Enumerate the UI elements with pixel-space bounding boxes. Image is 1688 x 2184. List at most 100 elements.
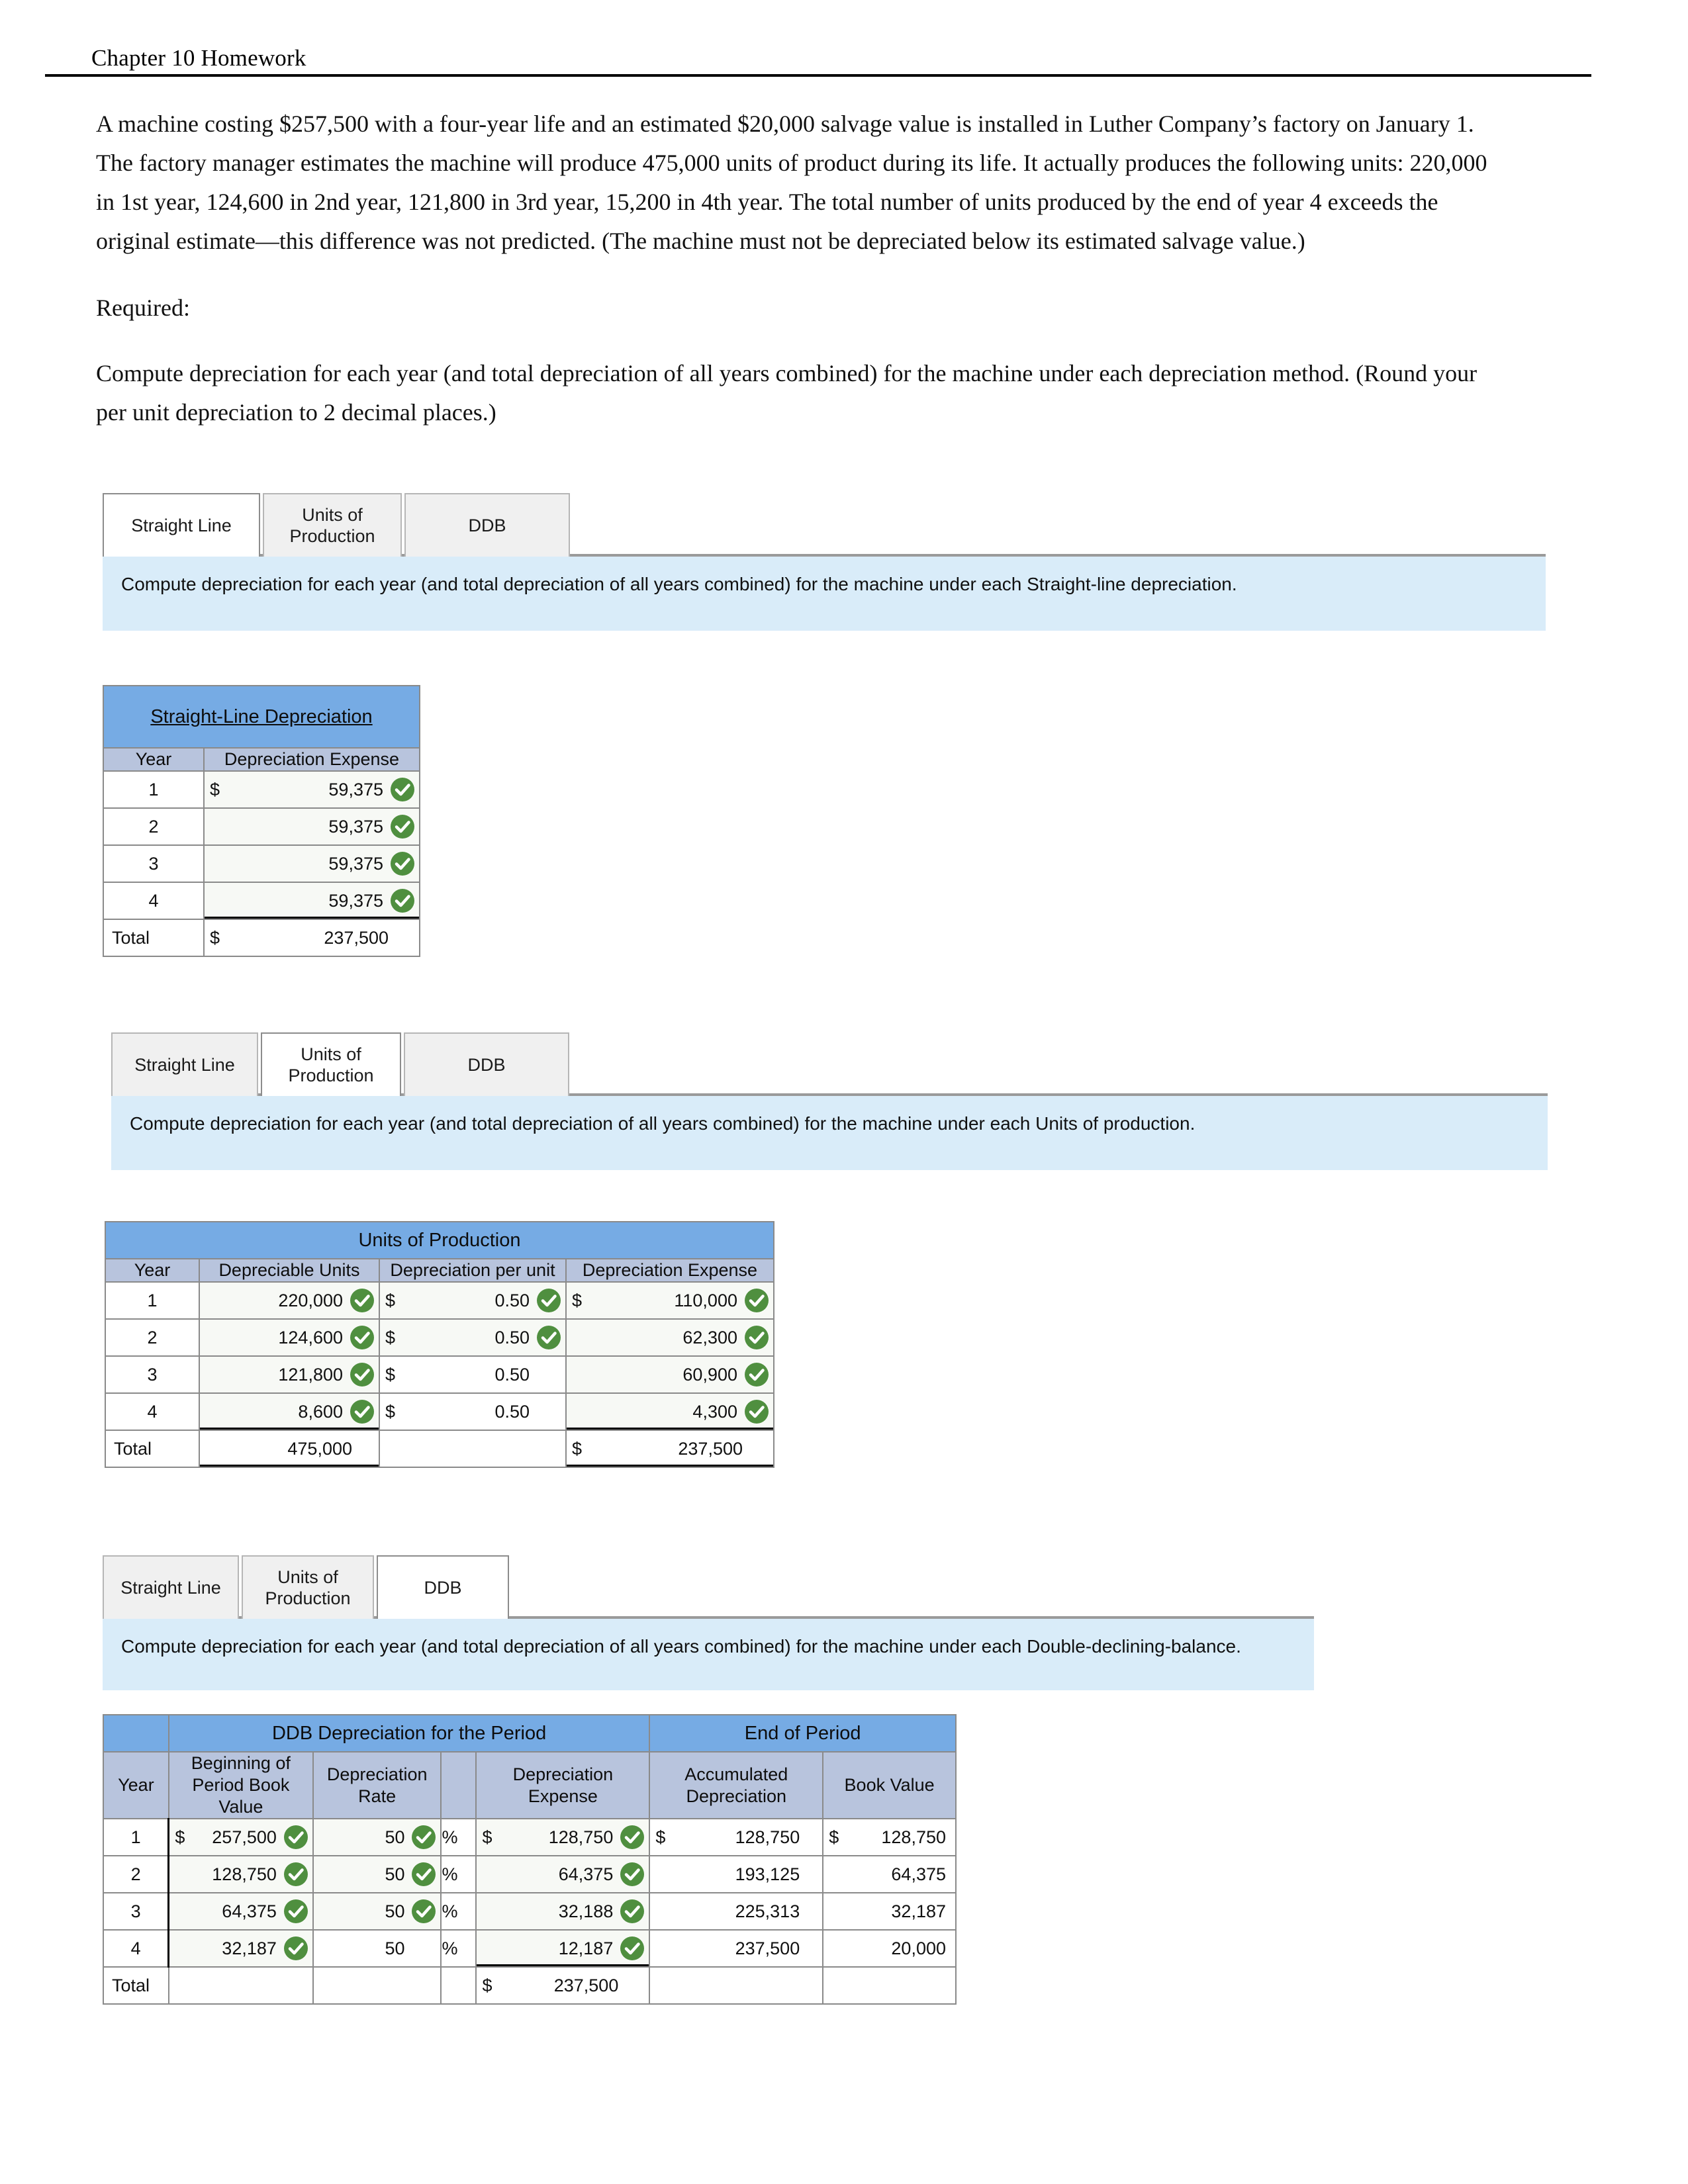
cell-beginning-book-value[interactable]: $257,500 [167, 1818, 314, 1856]
table-total-row: Total $ 237,500 [103, 919, 420, 957]
currency-symbol: $ [385, 1327, 396, 1347]
currency-symbol: $ [572, 1290, 583, 1310]
cell-beginning-book-value[interactable]: 64,375 [167, 1892, 314, 1931]
cell-book-value: 32,187 [822, 1892, 957, 1931]
cell-depreciable-units[interactable]: 220,000 [199, 1281, 380, 1320]
tab-straight-line[interactable]: Straight Line [103, 1555, 239, 1619]
currency-symbol: $ [210, 779, 220, 799]
col-book-value: Book Value [822, 1751, 957, 1819]
cell-depreciation-expense[interactable]: $110,000 [565, 1281, 774, 1320]
tab-strip: Straight Line Units of Production DDB [111, 1032, 1548, 1096]
value: 193,125 [735, 1864, 800, 1884]
table-row: 1 $257,500 50 % $128,750 $128,750 $128,7… [103, 1818, 957, 1856]
tab-strip: Straight Line Units of Production DDB [103, 493, 1546, 557]
cell-accumulated-depreciation: 193,125 [649, 1855, 824, 1893]
cell-depreciation-expense[interactable]: 59,375 [203, 807, 420, 846]
table-row: 3 59,375 [103, 844, 420, 883]
cell-depreciation-expense[interactable]: 62,300 [565, 1318, 774, 1357]
cell-percent-symbol: % [440, 1929, 477, 1968]
table-row: 2 124,600 $0.50 62,300 [105, 1318, 774, 1357]
tab-units-of-production[interactable]: Units of Production [242, 1555, 374, 1619]
value: 50 [385, 1901, 405, 1921]
value: 475,000 [287, 1438, 352, 1459]
cell-total-bv-empty [167, 1966, 314, 2005]
value: 225,313 [735, 1901, 800, 1921]
document-header: Chapter 10 Homework [0, 0, 1688, 86]
cell-depreciation-expense[interactable]: $128,750 [475, 1818, 651, 1856]
tab-straight-line[interactable]: Straight Line [111, 1032, 258, 1096]
tab-label: DDB [424, 1578, 462, 1598]
cell-year: 3 [105, 1355, 200, 1394]
table-header-row: Year Depreciation Expense [103, 747, 420, 772]
value: 124,600 [278, 1327, 343, 1347]
tab-ddb[interactable]: DDB [404, 1032, 569, 1096]
problem-narrative: A machine costing $257,500 with a four-y… [96, 105, 1493, 460]
cell-depreciation-expense[interactable]: 32,188 [475, 1892, 651, 1931]
prompt-banner-ddb: Compute depreciation for each year (and … [103, 1619, 1314, 1690]
value: 110,000 [674, 1290, 737, 1310]
cell-depreciation-rate[interactable]: 50 [312, 1892, 442, 1931]
value: 32,188 [558, 1901, 614, 1921]
cell-depreciation-expense[interactable]: 4,300 [565, 1392, 774, 1431]
col-depreciation-per-unit: Depreciation per unit [379, 1258, 567, 1283]
cell-total-label: Total [103, 919, 205, 957]
tab-label: Straight Line [120, 1578, 221, 1598]
col-depreciation-expense: Depreciation Expense [203, 747, 420, 772]
correct-check-icon [390, 777, 415, 802]
table-total-row: Total $237,500 [103, 1966, 957, 2005]
value: 128,750 [212, 1864, 277, 1884]
cell-depreciable-units[interactable]: 121,800 [199, 1355, 380, 1394]
correct-check-icon [283, 1862, 308, 1887]
cell-depreciation-rate[interactable]: 50 [312, 1818, 442, 1856]
value: 20,000 [891, 1938, 946, 1958]
correct-check-icon [620, 1862, 645, 1887]
correct-check-icon [411, 1862, 436, 1887]
tabset-units-of-production: Straight Line Units of Production DDB Co… [111, 1032, 1548, 1170]
tab-label: DDB [467, 1055, 506, 1075]
table-units-of-production: Units of Production Year Depreciable Uni… [105, 1221, 774, 1468]
correct-check-icon [411, 1825, 436, 1850]
prompt-text: Compute depreciation for each year (and … [121, 574, 1237, 594]
cell-depreciation-per-unit[interactable]: $0.50 [379, 1281, 567, 1320]
cell-depreciation-per-unit[interactable]: $0.50 [379, 1355, 567, 1394]
value: 237,500 [553, 1975, 619, 1995]
cell-depreciation-expense[interactable]: 59,375 [203, 844, 420, 883]
correct-check-icon [744, 1325, 769, 1350]
value: 0.50 [494, 1401, 530, 1422]
value: 62,300 [682, 1327, 737, 1347]
cell-depreciation-expense[interactable]: 60,900 [565, 1355, 774, 1394]
cell-depreciation-expense[interactable]: $ 59,375 [203, 770, 420, 809]
value: 0.50 [494, 1327, 530, 1347]
cell-depreciation-per-unit[interactable]: $0.50 [379, 1318, 567, 1357]
col-depreciation-expense: Depreciation Expense [565, 1258, 774, 1283]
table-row: 1 $ 59,375 [103, 770, 420, 809]
cell-total-accum-empty [649, 1966, 824, 2005]
cell-depreciation-rate[interactable]: 50 [312, 1855, 442, 1893]
cell-depreciation-rate[interactable]: 50 [312, 1929, 442, 1968]
currency-symbol: $ [210, 927, 220, 948]
tab-units-of-production[interactable]: Units of Production [261, 1032, 401, 1096]
value: 0.50 [494, 1364, 530, 1385]
table-row: 4 8,600 $0.50 4,300 [105, 1392, 774, 1431]
tab-ddb[interactable]: DDB [404, 493, 570, 557]
cell-depreciation-expense[interactable]: 12,187 [475, 1929, 651, 1968]
correct-check-icon [283, 1899, 308, 1924]
cell-year: 4 [105, 1392, 200, 1431]
cell-percent-symbol: % [440, 1818, 477, 1856]
cell-beginning-book-value[interactable]: 128,750 [167, 1855, 314, 1893]
cell-depreciable-units[interactable]: 8,600 [199, 1392, 380, 1431]
cell-depreciation-expense[interactable]: 64,375 [475, 1855, 651, 1893]
tab-ddb[interactable]: DDB [377, 1555, 509, 1619]
correct-check-icon [744, 1362, 769, 1387]
table-header-row: Year Depreciable Units Depreciation per … [105, 1258, 774, 1283]
tab-straight-line[interactable]: Straight Line [103, 493, 260, 557]
cell-beginning-book-value[interactable]: 32,187 [167, 1929, 314, 1968]
correct-check-icon [536, 1325, 561, 1350]
correct-check-icon [620, 1825, 645, 1850]
cell-depreciation-per-unit[interactable]: $0.50 [379, 1392, 567, 1431]
cell-depreciable-units[interactable]: 124,600 [199, 1318, 380, 1357]
required-instructions: Compute depreciation for each year (and … [96, 360, 1477, 426]
cell-depreciation-expense[interactable]: 59,375 [203, 882, 420, 920]
tab-units-of-production[interactable]: Units of Production [263, 493, 402, 557]
currency-symbol: $ [385, 1401, 396, 1422]
